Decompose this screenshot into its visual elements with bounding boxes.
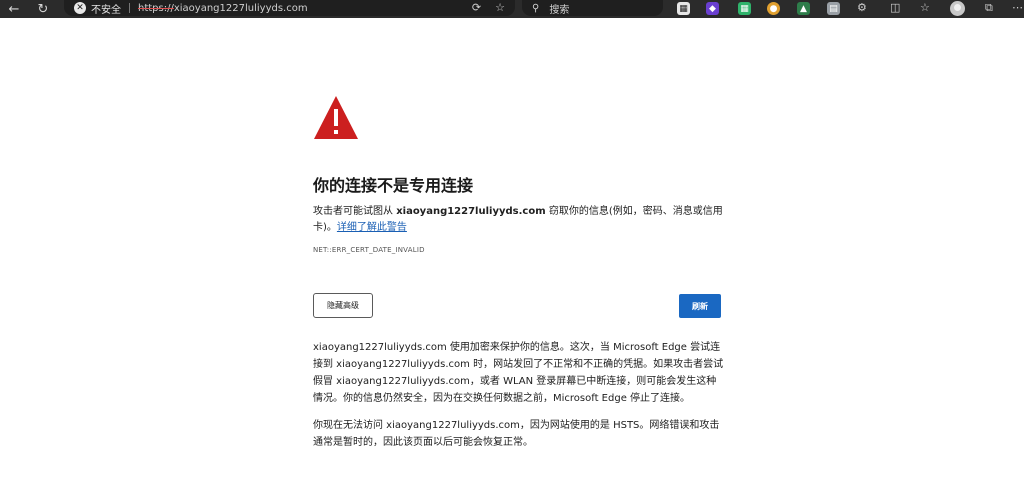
hide-advanced-button[interactable]: 隐藏高级 [313,293,373,318]
avatar[interactable] [950,1,965,16]
address-bar-actions: ⟳ ☆ [472,1,505,14]
advanced-details-paragraph: xiaoyang1227luliyyds.com 使用加密来保护你的信息。这次，… [313,342,724,404]
more-icon[interactable]: ⋯ [1012,1,1023,14]
extension-icon[interactable]: ◆ [706,2,719,15]
url-host: xiaoyang1227luliyyds.com [173,2,308,14]
extensions-puzzle-icon[interactable]: ⚙ [857,1,867,14]
collections-icon[interactable]: ⧉ [985,1,993,15]
learn-more-link[interactable]: 详细了解此警告 [337,222,407,233]
error-code: NET::ERR_CERT_DATE_INVALID [313,246,425,254]
address-bar[interactable]: ✕ 不安全 https://xiaoyang1227luliyyds.com ⟳… [64,0,515,16]
divider [129,3,130,13]
error-description: 攻击者可能试图从 xiaoyang1227luliyyds.com 窃取你的信息… [313,204,723,236]
url-scheme: https:// [138,2,174,14]
extension-icon[interactable]: ● [767,2,780,15]
extension-icon[interactable]: ▦ [738,2,751,15]
warning-triangle-icon [314,96,358,139]
not-secure-label[interactable]: 不安全 [91,1,121,16]
search-placeholder: 搜索 [549,4,570,16]
extension-icon[interactable]: ▤ [827,2,840,15]
search-icon: ⚲ [532,2,540,14]
reload-icon[interactable]: ↻ [33,0,53,18]
star-icon[interactable]: ☆ [495,1,505,14]
read-aloud-icon[interactable]: ⟳ [472,1,481,14]
favorites-icon[interactable]: ☆ [920,1,930,14]
split-screen-icon[interactable]: ◫ [890,1,900,14]
browser-toolbar: ← ↻ ✕ 不安全 https://xiaoyang1227luliyyds.c… [0,0,1024,18]
refresh-button[interactable]: 刷新 [679,294,721,318]
desc-prefix: 攻击者可能试图从 [313,206,397,217]
extension-icon[interactable]: ▦ [677,2,690,15]
back-arrow-icon[interactable]: ← [4,0,24,18]
extension-icon[interactable]: ▲ [797,2,810,15]
search-box[interactable]: ⚲ 搜索 [522,0,663,16]
desc-host: xiaoyang1227luliyyds.com [396,206,546,217]
not-secure-icon[interactable]: ✕ [74,2,86,14]
page-title: 你的连接不是专用连接 [313,176,474,195]
hsts-paragraph: 你现在无法访问 xiaoyang1227luliyyds.com，因为网站使用的… [313,420,720,448]
url-text[interactable]: https://xiaoyang1227luliyyds.com [138,3,308,14]
